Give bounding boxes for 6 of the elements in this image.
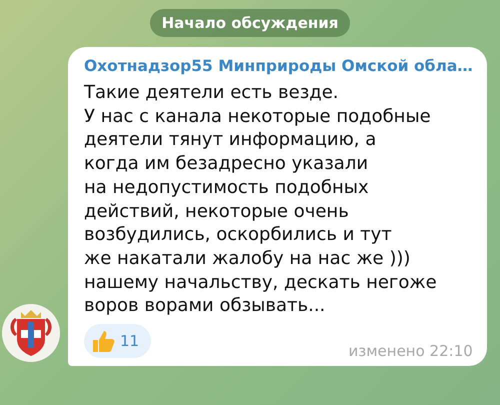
reaction-button[interactable]: 11 xyxy=(84,324,152,358)
sender-name[interactable]: Охотнадзор55 Минприроды Омской обла… xyxy=(84,57,473,75)
service-message: Начало обсуждения xyxy=(150,9,350,37)
message-text: Такие деятели есть везде. У нас с канала некоторые подобные деятели тянут информацию, а когда им безадресно указали на недопустимость подобных действий, некоторые очень возбудились, оскорбились и тут же накатали жалобу на нас же ))) нашему начальству, дескать негоже воров ворами обзывать... xyxy=(84,81,438,318)
thumbs-up-icon xyxy=(90,328,116,354)
edited-time: изменено 22:10 xyxy=(348,342,473,360)
